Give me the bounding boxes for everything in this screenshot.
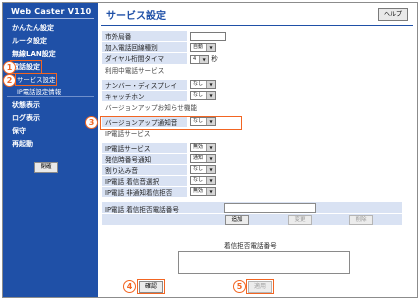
sidebar-item-maintenance[interactable]: 保守 [12,126,26,136]
select-value: 無効 [193,188,204,194]
main-content: サービス設定 ヘルプ 市外局番 加入電話回線種別 自動 ▼ ダイヤル桁間タイマ 4… [98,3,417,297]
settings-form: 市外局番 加入電話回線種別 自動 ▼ ダイヤル桁間タイマ 4 ▼ 秒 利用中電話サー… [102,31,402,198]
section-label: 利用中電話サービス [102,64,402,76]
sidebar-item-ip-phone-info[interactable]: IP電話設定情報 [17,87,61,96]
reject-number-list[interactable] [178,251,350,274]
select-value: 通知 [193,155,204,161]
field-label: ナンバー・ディスプレイ [102,79,187,91]
reject-number-label: IP電話 着信拒否電話番号 [105,206,179,214]
annotation-marker-5: 5 [233,280,246,293]
annotation-marker-1: 1 [3,61,16,74]
field-label: 市外局番 [102,31,187,42]
delete-button[interactable]: 削除 [349,215,373,225]
annotation-highlight-apply [246,279,274,294]
annotation-marker-4: 4 [123,280,136,293]
annotation-highlight-confirm [137,279,165,294]
field-label: IP電話 着信音選択 [102,175,187,187]
router-admin-window: Web Caster V110 かんたん設定 ルータ設定 無線LAN設定 電話設… [2,2,418,298]
chevron-down-icon: ▼ [206,81,216,88]
chevron-down-icon: ▼ [206,166,216,173]
section-label: バージョンアップお知らせ機能 [102,101,402,113]
sidebar-item-log[interactable]: ログ表示 [12,113,40,123]
divider [7,96,94,97]
field-label: 割り込み音 [102,164,187,176]
select-value: 無効 [193,144,204,150]
select-value: 4 [193,55,197,62]
annotation-marker-3: 3 [85,116,98,129]
change-button[interactable]: 変更 [288,215,312,225]
caller-id-notify-select[interactable]: 通知 ▼ [190,154,217,163]
line-type-select[interactable]: 自動 ▼ [190,42,217,52]
interrupt-tone-select[interactable]: なし ▼ [190,165,217,174]
reject-number-input[interactable] [224,203,316,213]
sidebar-item-service-setup[interactable]: サービス設定 [14,73,58,86]
ip-ringtone-select[interactable]: なし ▼ [190,176,217,185]
select-value: なし [193,81,204,87]
chevron-down-icon: ▼ [206,155,216,162]
sidebar-item-status[interactable]: 状態表示 [12,100,40,110]
chevron-down-icon: ▼ [206,188,216,195]
sidebar-item-reboot[interactable]: 再起動 [12,139,33,149]
divider [7,18,94,19]
brand-title: Web Caster V110 [11,7,92,16]
unit-label: 秒 [211,55,218,63]
field-label: 発信時番号通知 [102,153,187,165]
chevron-down-icon: ▼ [206,43,216,51]
field-label: IP電話サービス [102,142,187,154]
field-label: ダイヤル桁間タイマ [102,52,187,65]
sidebar-item-easy-setup[interactable]: かんたん設定 [12,23,54,33]
chevron-down-icon: ▼ [206,177,216,184]
select-value: 自動 [193,43,204,50]
anonymous-reject-select[interactable]: 無効 ▼ [190,187,217,196]
dial-timer-select[interactable]: 4 ▼ [190,54,210,64]
add-button[interactable]: 追加 [225,215,249,225]
sidebar-item-wireless-setup[interactable]: 無線LAN設定 [12,49,56,59]
catch-phone-select[interactable]: なし ▼ [190,91,217,100]
sidebar-item-phone-setup[interactable]: 電話設定 [10,60,42,74]
select-value: なし [193,177,204,183]
sidebar-item-router-setup[interactable]: ルータ設定 [12,36,47,46]
divider [101,25,413,26]
reject-list-title: 着信拒否電話番号 [224,242,277,250]
field-label: IP電話 非通知着信拒否 [102,186,187,198]
chevron-down-icon: ▼ [206,92,216,99]
page-title: サービス設定 [106,11,166,22]
annotation-marker-2: 2 [3,74,16,87]
area-code-input[interactable] [190,31,226,41]
chevron-down-icon: ▼ [206,144,216,151]
field-label: キャッチホン [102,90,187,102]
number-display-select[interactable]: なし ▼ [190,80,217,89]
field-label: 加入電話回線種別 [102,41,187,53]
ip-service-select[interactable]: 無効 ▼ [190,143,217,152]
help-button[interactable]: ヘルプ [378,8,408,21]
select-value: なし [193,92,204,98]
close-button[interactable]: 閉確 [34,162,58,173]
chevron-down-icon: ▼ [199,55,209,63]
annotation-highlight-versionup [100,116,242,130]
sidebar: Web Caster V110 かんたん設定 ルータ設定 無線LAN設定 電話設… [3,3,98,297]
select-value: なし [193,166,204,172]
